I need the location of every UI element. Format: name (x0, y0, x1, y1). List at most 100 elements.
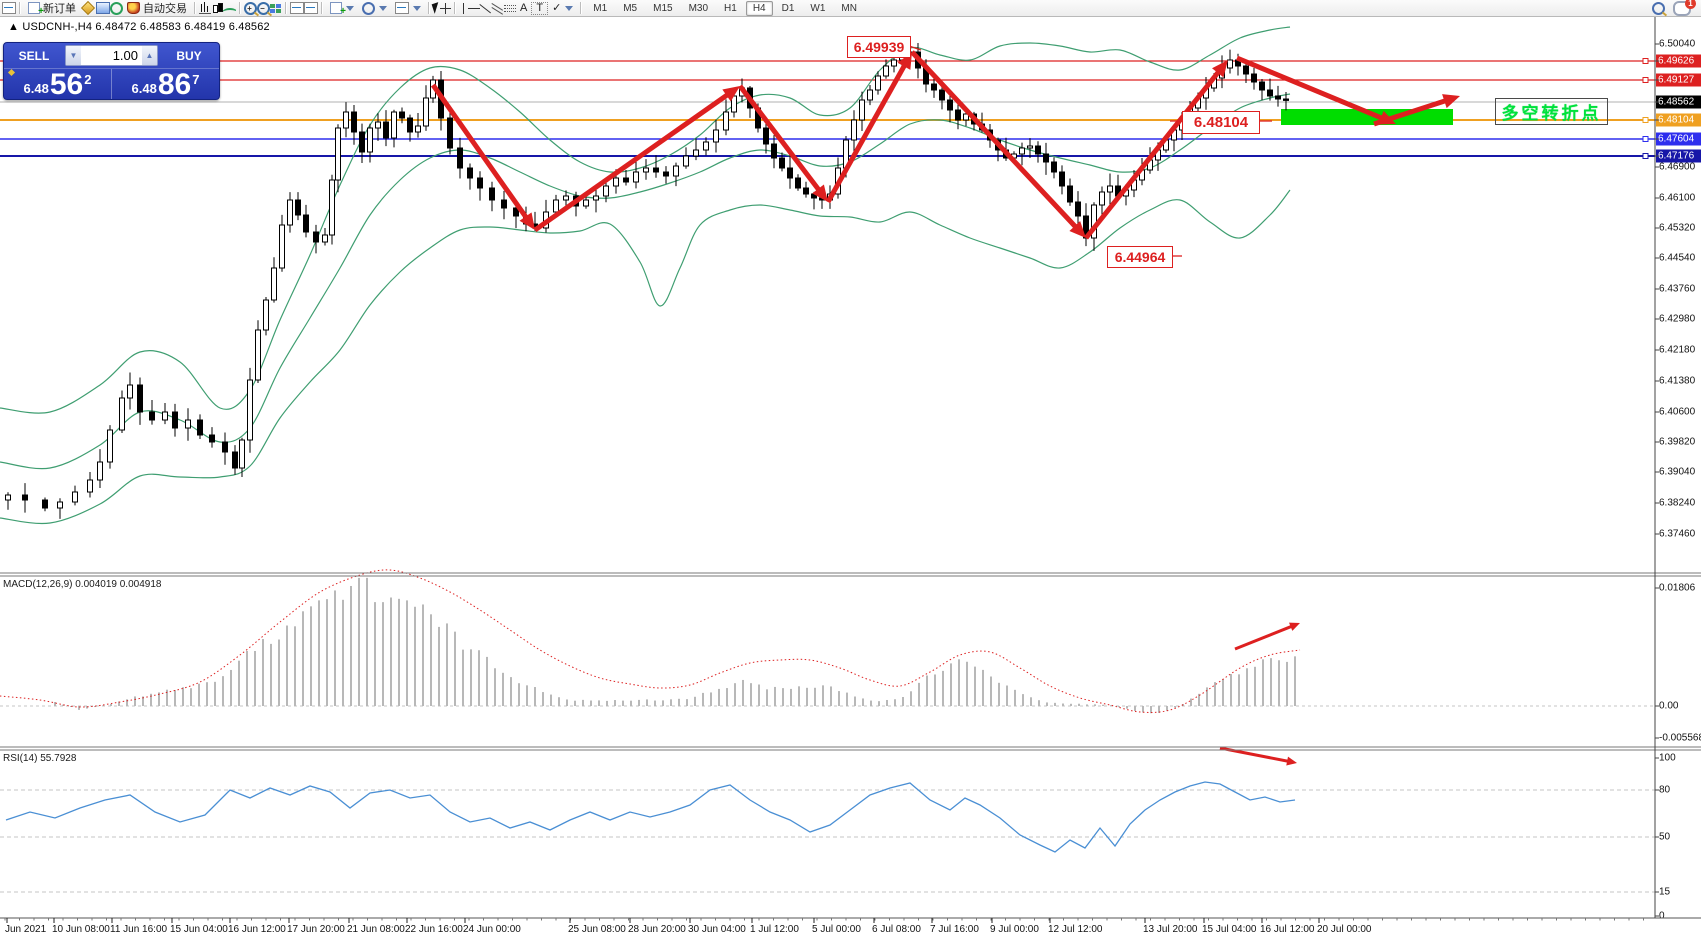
chat-icon[interactable]: 1 (1673, 1, 1691, 16)
candle-body (1028, 146, 1033, 148)
candle-body (330, 180, 335, 235)
one-click-trading-panel: SELL ▼ ▲ BUY 6.48 56 2 6.48 86 7 (3, 42, 220, 100)
candle-body (352, 112, 357, 132)
trend-arrow[interactable] (828, 61, 907, 202)
candle-body (1228, 60, 1233, 68)
zoom-out-icon[interactable]: − (257, 2, 270, 15)
templates-button[interactable] (391, 1, 425, 16)
candle-body (892, 60, 897, 66)
auto-scroll-icon[interactable] (290, 2, 304, 14)
arrows-tool-button[interactable]: ✓ (548, 1, 577, 16)
toolbar-right: 1 (1652, 1, 1701, 16)
profiles-icon[interactable] (96, 2, 110, 14)
fibonacci-icon[interactable] (504, 3, 516, 14)
candle-body (852, 120, 857, 140)
candle-body (248, 380, 253, 440)
toolbar-separator (194, 2, 196, 14)
timeframe-mn[interactable]: MN (834, 1, 864, 16)
candle-body (1284, 99, 1289, 100)
bollinger-lower (0, 190, 1290, 524)
chart-window-icon[interactable] (2, 2, 16, 14)
candle-body (796, 178, 801, 188)
new-order-button[interactable]: + 新订单 (24, 1, 80, 16)
zoom-in-icon[interactable]: + (244, 2, 257, 15)
toolbar-separator (19, 2, 21, 14)
timeframe-m1[interactable]: M1 (586, 1, 614, 16)
chart-canvas[interactable] (0, 0, 1701, 943)
trend-arrow[interactable] (912, 52, 1079, 230)
toolbar-separator (580, 2, 582, 14)
candle-body (98, 462, 103, 480)
trend-arrow[interactable] (535, 92, 731, 230)
chart-shift-icon[interactable] (304, 2, 318, 14)
text-tool-icon[interactable]: A (516, 2, 531, 15)
candle-body (58, 502, 63, 508)
candle-body (296, 200, 301, 215)
line-handle[interactable] (1643, 137, 1648, 142)
timeframe-h4[interactable]: H4 (746, 1, 773, 16)
timeframe-m30[interactable]: M30 (682, 1, 715, 16)
swing-high-label[interactable]: 6.49939 (847, 36, 911, 58)
candle-body (138, 385, 143, 412)
trend-arrow[interactable] (1086, 68, 1221, 238)
candle-body (714, 130, 719, 142)
toolbar-separator (239, 2, 241, 14)
text-label-icon[interactable]: T (531, 2, 548, 15)
line-handle[interactable] (1643, 118, 1648, 123)
volume-input[interactable] (81, 46, 142, 65)
channel-icon[interactable] (492, 3, 504, 14)
sell-button[interactable]: SELL (4, 43, 64, 68)
buy-price[interactable]: 6.48 86 7 (112, 69, 219, 100)
timeframe-bar: M1M5M15M30H1H4D1W1MN (585, 1, 865, 16)
trend-arrow[interactable] (1235, 625, 1294, 649)
chat-badge: 1 (1685, 0, 1696, 9)
candle-body (876, 76, 881, 90)
turning-point-label[interactable]: 多空转折点 (1495, 98, 1608, 125)
swing-low-label[interactable]: 6.44964 (1107, 246, 1173, 268)
search-icon[interactable] (1652, 2, 1665, 15)
timeframe-h1[interactable]: H1 (717, 1, 744, 16)
candlestick-chart-icon[interactable] (211, 3, 223, 14)
buy-price-sup: 7 (192, 72, 199, 87)
timeframe-m5[interactable]: M5 (616, 1, 644, 16)
candle-body (1252, 74, 1257, 82)
candle-body (223, 442, 228, 452)
volume-increase-button[interactable]: ▲ (142, 46, 157, 65)
candle-body (23, 495, 28, 500)
styles-icon[interactable] (81, 1, 95, 15)
periods-button[interactable] (358, 1, 391, 16)
timeframe-d1[interactable]: D1 (775, 1, 802, 16)
rsi-label: RSI(14) 55.7928 (3, 753, 76, 764)
sell-price[interactable]: 6.48 56 2 (4, 69, 112, 100)
candle-body (634, 172, 639, 182)
line-handle[interactable] (1643, 78, 1648, 83)
bar-chart-icon[interactable] (199, 2, 211, 14)
candle-body (584, 200, 589, 206)
volume-decrease-button[interactable]: ▼ (66, 46, 81, 65)
vertical-line-icon[interactable] (459, 3, 468, 14)
auto-trading-button[interactable]: 自动交易 (123, 1, 191, 16)
toolbar-separator (428, 2, 430, 14)
support-price-label[interactable]: 6.48104 (1182, 111, 1260, 134)
candle-body (1076, 202, 1081, 216)
mt4-window: + 新订单 自动交易 + − + (0, 0, 1701, 943)
line-handle[interactable] (1643, 154, 1648, 159)
buy-button[interactable]: BUY (159, 43, 219, 68)
line-chart-icon[interactable] (223, 3, 236, 14)
candle-body (1052, 162, 1057, 172)
auto-trading-icon (127, 2, 140, 14)
trend-arrow[interactable] (433, 85, 529, 221)
trend-arrowhead (1442, 94, 1460, 108)
timeframe-m15[interactable]: M15 (646, 1, 679, 16)
candle-body (163, 412, 168, 420)
timeframe-w1[interactable]: W1 (803, 1, 832, 16)
candle-body (150, 412, 155, 420)
trendline-icon[interactable] (480, 3, 492, 14)
candle-body (240, 440, 245, 468)
indicators-button[interactable]: + (326, 1, 358, 16)
crosshair-icon[interactable] (440, 3, 451, 14)
sell-price-main: 56 (50, 71, 83, 99)
signals-icon[interactable] (110, 2, 123, 15)
tile-windows-icon[interactable] (270, 3, 282, 14)
line-handle[interactable] (1643, 59, 1648, 64)
